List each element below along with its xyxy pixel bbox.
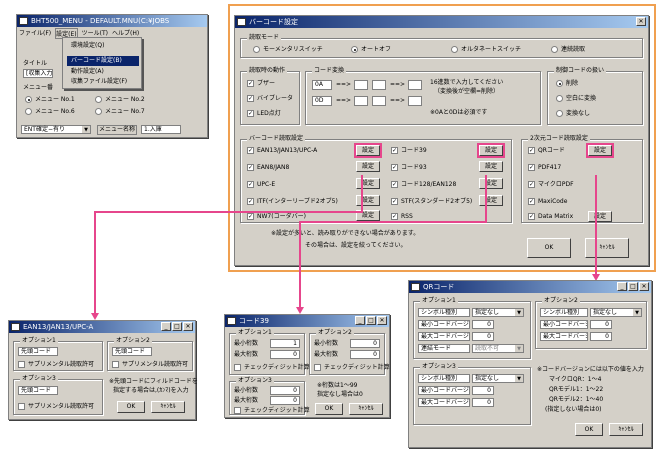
qr-note-1: ※コードバージョンには以下の値を入力: [537, 366, 644, 373]
min-version-label: 最小コードバージョン: [540, 320, 588, 329]
min-digits-input[interactable]: 0: [270, 386, 300, 395]
ean-option1: オプション1 先頭コード サプリメンタル読取許可: [13, 337, 103, 371]
check-digit-calc[interactable]: チェックディジット計算: [234, 363, 310, 372]
cancel-button[interactable]: ｷｬﾝｾﾙ: [609, 423, 643, 436]
ok-button[interactable]: OK: [575, 423, 603, 436]
c39-note-2: 指定なし場合は0: [317, 391, 363, 398]
min-version-input[interactable]: 0: [472, 386, 494, 395]
link-mode-label: 連結モード: [418, 344, 470, 353]
lead-code-input[interactable]: 先頭コード: [18, 386, 58, 395]
check-digit-calc[interactable]: チェックディジット計算: [234, 406, 310, 415]
symbol-type-select[interactable]: 指定なし: [472, 308, 524, 317]
maximize-icon[interactable]: □: [628, 282, 638, 291]
max-version-input[interactable]: 0: [590, 332, 612, 341]
lead-code-input[interactable]: 先頭コード: [112, 347, 152, 356]
qr-note-2: マイクロQR：1〜4: [549, 376, 602, 383]
ean-note-2: 指定する場合は,(ｶﾝﾏ)を入力: [113, 387, 189, 394]
qr-note-3: QRモデル1：1〜22: [549, 386, 604, 393]
max-version-label: 最大コードバージョン: [540, 332, 588, 341]
qr-option2: オプション2 シンボル種別指定なし 最小コードバージョン0 最大コードバージョン…: [535, 297, 647, 349]
symbol-type-select[interactable]: 指定なし: [590, 308, 642, 317]
symbol-type-label: シンボル種別: [418, 308, 470, 317]
c39-option3: オプション3 最小桁数 0 最大桁数 0 チェックディジット計算: [229, 377, 310, 415]
max-digits-label: 最大桁数: [314, 351, 339, 358]
min-version-input[interactable]: 0: [590, 320, 612, 329]
minimize-icon[interactable]: _: [617, 282, 627, 291]
min-digits-input[interactable]: 1: [270, 339, 300, 348]
c39-option2: オプション2 最小桁数 0 最大桁数 0 チェックディジット計算: [309, 329, 390, 375]
max-version-input[interactable]: 0: [472, 398, 494, 407]
min-version-label: 最小コードバージョン: [418, 320, 470, 329]
ean-option3: オプション3 先頭コード サプリメンタル読取許可: [13, 375, 103, 415]
ean-option2: オプション2 先頭コード サプリメンタル読取許可: [107, 337, 193, 371]
cancel-button[interactable]: ｷｬﾝｾﾙ: [151, 401, 185, 413]
ean-note-1: ※先頭コードにフィルドコードを: [109, 378, 198, 385]
check-supplemental[interactable]: サプリメンタル読取許可: [18, 402, 94, 411]
min-digits-input[interactable]: 0: [350, 339, 380, 348]
code39-titlebar: コード39 _ □ ✕: [225, 315, 389, 327]
arrowhead-code39: [296, 307, 304, 314]
maximize-icon[interactable]: □: [172, 322, 182, 331]
qr-option3: オプション3 シンボル種別指定なし 最小コードバージョン0 最大コードバージョン…: [413, 363, 531, 425]
code39-dialog: コード39 _ □ ✕ オプション1 最小桁数 1 最大桁数 0 チェックディジット計算 …: [224, 314, 390, 418]
ean-titlebar: EAN13/JAN13/UPC-A _ □ ✕: [9, 321, 195, 333]
symbol-type-label: シンボル種別: [418, 374, 470, 383]
cancel-button[interactable]: ｷｬﾝｾﾙ: [349, 403, 383, 415]
max-digits-label: 最大桁数: [234, 351, 259, 358]
check-supplemental[interactable]: サプリメンタル読取許可: [112, 360, 188, 369]
check-supplemental[interactable]: サプリメンタル読取許可: [18, 360, 94, 369]
c39-option1: オプション1 最小桁数 1 最大桁数 0 チェックディジット計算: [229, 329, 310, 375]
connector-ean: [94, 175, 363, 314]
arrowhead-ean: [91, 313, 99, 320]
qr-dialog: QRコード_□✕ オプション1 シンボル種別指定なし 最小コードバージョン0 最…: [408, 280, 652, 448]
min-digits-label: 最小桁数: [234, 340, 259, 347]
ok-button[interactable]: OK: [315, 403, 343, 415]
min-version-input[interactable]: 0: [472, 320, 494, 329]
check-digit-calc[interactable]: チェックディジット計算: [314, 363, 390, 372]
qr-note-5: (指定しない場合は0): [545, 406, 602, 413]
min-digits-label: 最小桁数: [234, 387, 259, 394]
ean-dialog: EAN13/JAN13/UPC-A _ □ ✕ オプション1 先頭コード サプリメンタ…: [8, 320, 198, 420]
close-icon[interactable]: ✕: [183, 322, 193, 331]
symbol-type-label: シンボル種別: [540, 308, 588, 317]
max-version-label: 最大コードバージョン: [418, 332, 470, 341]
symbol-type-select[interactable]: 指定なし: [472, 374, 524, 383]
qr-option1: オプション1 シンボル種別指定なし 最小コードバージョン0 最大コードバージョン…: [413, 297, 531, 359]
minimize-icon[interactable]: _: [355, 316, 365, 325]
max-digits-label: 最大桁数: [234, 397, 259, 404]
ok-button[interactable]: OK: [117, 401, 145, 413]
min-digits-label: 最小桁数: [314, 340, 339, 347]
maximize-icon[interactable]: □: [366, 316, 376, 325]
max-version-label: 最大コードバージョン: [418, 398, 470, 407]
max-digits-input[interactable]: 0: [350, 350, 380, 359]
max-version-input[interactable]: 0: [472, 332, 494, 341]
c39-note-1: ※桁数は1〜99: [317, 382, 358, 389]
close-icon[interactable]: ✕: [639, 282, 649, 291]
qr-titlebar: QRコード _ □ ✕: [409, 281, 651, 293]
qr-note-4: QRモデル2：1〜40: [549, 396, 604, 403]
minimize-icon[interactable]: _: [161, 322, 171, 331]
lead-code-input[interactable]: 先頭コード: [18, 347, 58, 356]
link-mode-select[interactable]: 読取不可: [472, 344, 524, 353]
min-version-label: 最小コードバージョン: [418, 386, 470, 395]
close-icon[interactable]: ✕: [377, 316, 387, 325]
max-digits-input[interactable]: 0: [270, 396, 300, 405]
max-digits-input[interactable]: 0: [270, 350, 300, 359]
